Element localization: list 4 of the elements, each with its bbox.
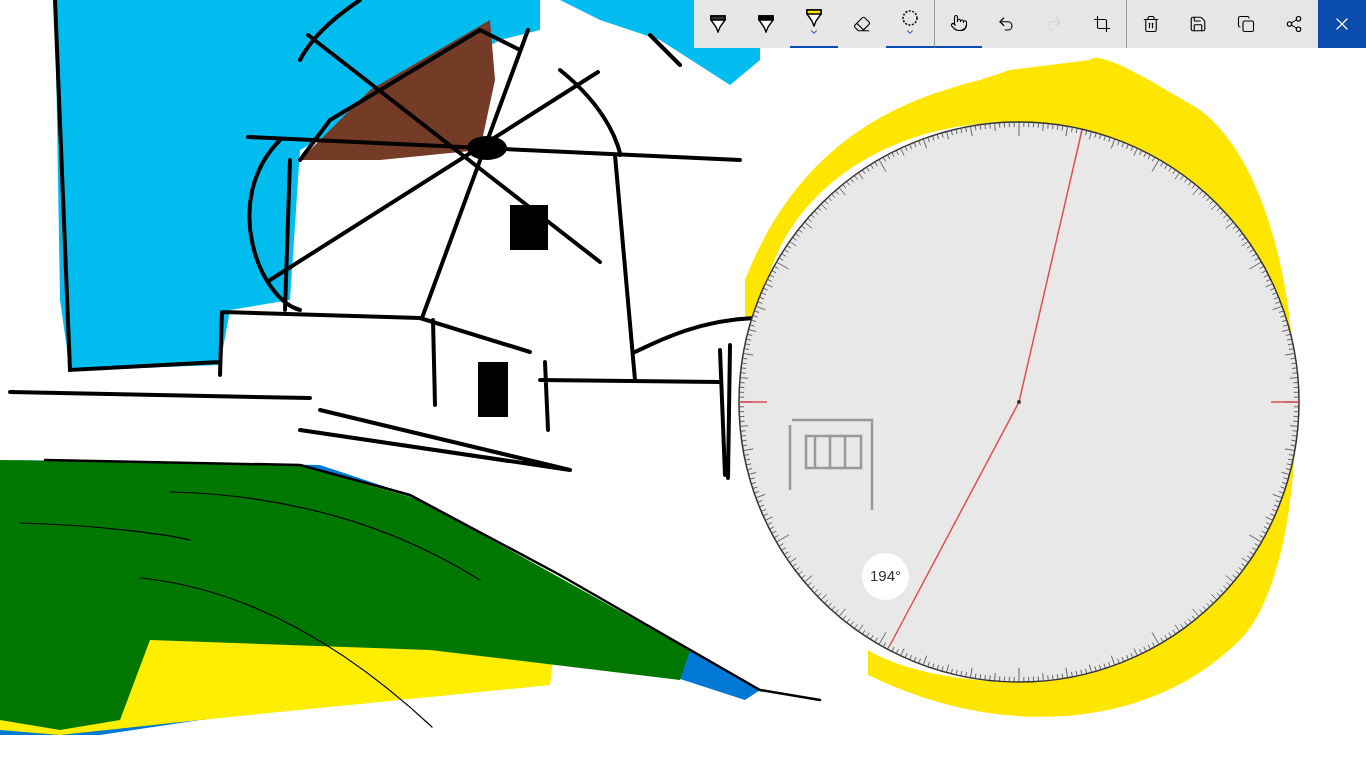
chevron-icon <box>905 27 915 37</box>
chevron-icon <box>809 27 819 37</box>
tool-button[interactable] <box>934 0 982 48</box>
protractor-drawing[interactable] <box>738 121 1300 683</box>
